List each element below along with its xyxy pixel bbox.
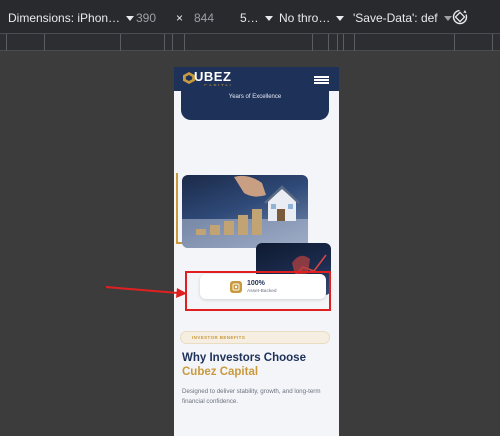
hero-stat-text: Years of Excellence <box>228 94 282 100</box>
device-viewport[interactable]: UBEZ CAPITAL Years of Excellence <box>174 67 339 436</box>
hero-stat-card: Years of Excellence <box>181 86 329 120</box>
height-input[interactable]: 844 <box>194 11 214 25</box>
section-body-text: Designed to deliver stability, growth, a… <box>182 388 321 405</box>
rotate-icon[interactable] <box>451 8 469 26</box>
hamburger-menu-icon[interactable] <box>314 76 329 84</box>
devtools-device-toolbar: Dimensions: iPhon… 390 × 844 5… No thro…… <box>0 0 500 34</box>
coins-and-house-photo <box>182 175 308 248</box>
section-headline: Why Investors Choose Cubez Capital <box>182 351 332 379</box>
red-arrow-icon <box>105 286 187 298</box>
throttling-label: No thro… <box>279 11 331 25</box>
zoom-label: 5… <box>240 11 259 25</box>
throttling-select[interactable]: No thro… <box>279 11 345 25</box>
chevron-down-icon <box>126 16 135 22</box>
save-data-select[interactable]: 'Save-Data': def <box>353 11 452 25</box>
gold-accent-line <box>176 173 178 243</box>
section-eyebrow-pill: INVESTOR BENEFITS <box>180 331 330 344</box>
chevron-down-icon <box>336 16 345 22</box>
device-dimensions-select[interactable]: Dimensions: iPhon… <box>8 11 135 25</box>
section-eyebrow-label: INVESTOR BENEFITS <box>192 335 246 340</box>
device-dimensions-label: Dimensions: iPhon… <box>8 11 121 25</box>
media-query-ruler <box>0 34 500 51</box>
headline-line-2: Cubez Capital <box>182 366 259 378</box>
red-highlight-box <box>185 271 331 311</box>
times-symbol: × <box>176 11 184 25</box>
headline-line-1: Why Investors Choose <box>182 352 306 364</box>
zoom-select[interactable]: 5… <box>240 11 273 25</box>
save-data-label: 'Save-Data': def <box>353 11 438 25</box>
site-logo-text[interactable]: UBEZ <box>194 69 231 84</box>
width-input[interactable]: 390 <box>136 11 156 25</box>
chevron-down-icon <box>264 16 273 22</box>
